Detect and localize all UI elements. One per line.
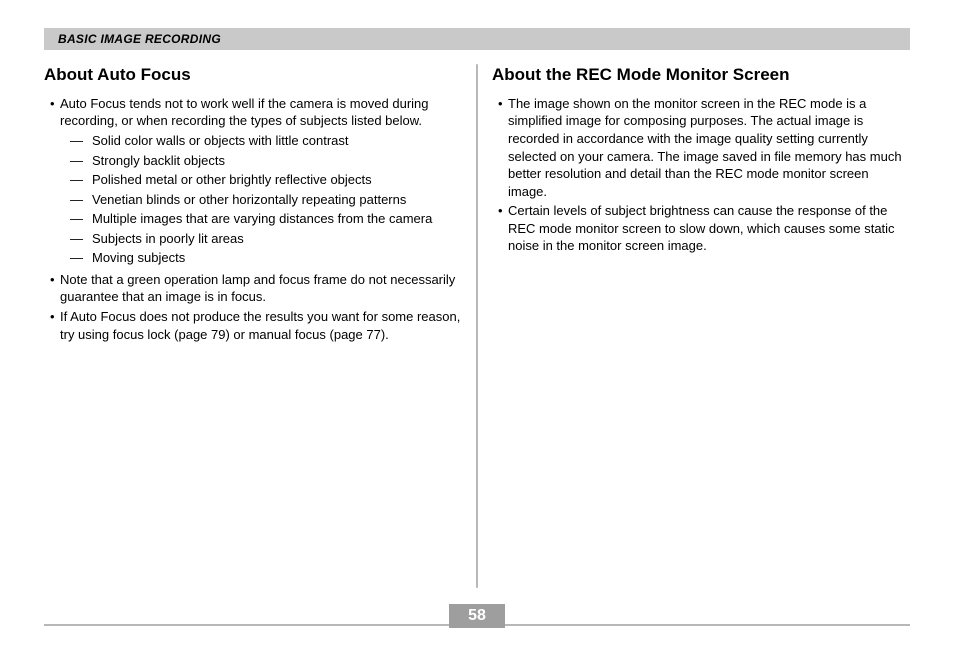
- section-header-bar: BASIC IMAGE RECORDING: [44, 28, 910, 50]
- dash-text: Multiple images that are varying distanc…: [92, 210, 462, 228]
- dash-item: —Polished metal or other brightly reflec…: [70, 171, 462, 189]
- dash-icon: —: [70, 132, 92, 150]
- bullet-dot-icon: •: [498, 95, 508, 200]
- section-header-text: BASIC IMAGE RECORDING: [58, 32, 221, 46]
- bullet-text: If Auto Focus does not produce the resul…: [60, 308, 462, 343]
- right-column: About the REC Mode Monitor Screen • The …: [478, 64, 910, 588]
- dash-icon: —: [70, 152, 92, 170]
- bullet-item: • Note that a green operation lamp and f…: [50, 271, 462, 306]
- page-number-badge: 58: [449, 604, 505, 628]
- dash-icon: —: [70, 171, 92, 189]
- bullet-text: The image shown on the monitor screen in…: [508, 95, 910, 200]
- bullet-dot-icon: •: [50, 95, 60, 130]
- left-column: About Auto Focus • Auto Focus tends not …: [44, 64, 476, 588]
- bullet-text: Certain levels of subject brightness can…: [508, 202, 910, 255]
- dash-item: —Subjects in poorly lit areas: [70, 230, 462, 248]
- document-page: BASIC IMAGE RECORDING About Auto Focus •…: [0, 0, 954, 646]
- bullet-item: • Certain levels of subject brightness c…: [498, 202, 910, 255]
- dash-text: Polished metal or other brightly reflect…: [92, 171, 462, 189]
- dash-icon: —: [70, 210, 92, 228]
- dash-item: —Venetian blinds or other horizontally r…: [70, 191, 462, 209]
- dash-text: Strongly backlit objects: [92, 152, 462, 170]
- dash-icon: —: [70, 230, 92, 248]
- dash-item: —Strongly backlit objects: [70, 152, 462, 170]
- dash-item: —Solid color walls or objects with littl…: [70, 132, 462, 150]
- dash-icon: —: [70, 249, 92, 267]
- dash-icon: —: [70, 191, 92, 209]
- bullet-dot-icon: •: [50, 308, 60, 343]
- dash-text: Solid color walls or objects with little…: [92, 132, 462, 150]
- left-bullets: • Auto Focus tends not to work well if t…: [44, 95, 462, 343]
- dash-list: —Solid color walls or objects with littl…: [50, 132, 462, 267]
- right-bullets: • The image shown on the monitor screen …: [492, 95, 910, 255]
- right-heading: About the REC Mode Monitor Screen: [492, 64, 910, 87]
- page-number-text: 58: [468, 607, 486, 625]
- dash-text: Moving subjects: [92, 249, 462, 267]
- left-heading: About Auto Focus: [44, 64, 462, 87]
- content-columns: About Auto Focus • Auto Focus tends not …: [44, 64, 910, 588]
- dash-item: —Multiple images that are varying distan…: [70, 210, 462, 228]
- bullet-item: • If Auto Focus does not produce the res…: [50, 308, 462, 343]
- bullet-item: • The image shown on the monitor screen …: [498, 95, 910, 200]
- dash-text: Subjects in poorly lit areas: [92, 230, 462, 248]
- dash-item: —Moving subjects: [70, 249, 462, 267]
- bullet-dot-icon: •: [50, 271, 60, 306]
- bullet-item: • Auto Focus tends not to work well if t…: [50, 95, 462, 130]
- bullet-text: Auto Focus tends not to work well if the…: [60, 95, 462, 130]
- bullet-text: Note that a green operation lamp and foc…: [60, 271, 462, 306]
- dash-text: Venetian blinds or other horizontally re…: [92, 191, 462, 209]
- bullet-dot-icon: •: [498, 202, 508, 255]
- page-footer: 58: [44, 624, 910, 626]
